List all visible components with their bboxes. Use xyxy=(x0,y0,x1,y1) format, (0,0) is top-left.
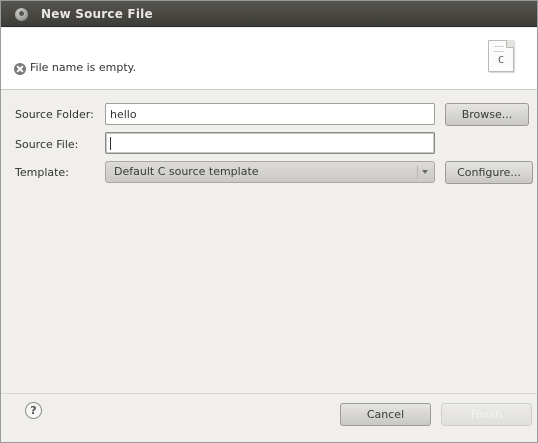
text-caret xyxy=(110,137,111,150)
file-icon-glyph: C xyxy=(497,55,505,66)
template-selected-value: Default C source template xyxy=(114,165,259,178)
footer-divider xyxy=(1,393,537,394)
source-folder-input[interactable] xyxy=(105,103,435,125)
window-menu-icon[interactable] xyxy=(15,8,28,21)
template-label: Template: xyxy=(15,166,69,179)
error-icon xyxy=(14,63,26,75)
configure-button[interactable]: Configure... xyxy=(445,161,533,184)
dialog-title: New Source File xyxy=(41,7,153,21)
source-folder-label: Source Folder: xyxy=(15,108,94,121)
cancel-button[interactable]: Cancel xyxy=(340,403,431,426)
browse-button[interactable]: Browse... xyxy=(445,103,529,126)
c-source-file-icon: C xyxy=(488,40,514,72)
source-file-input[interactable] xyxy=(105,132,435,154)
title-bar[interactable]: New Source File xyxy=(1,1,537,27)
status-message: File name is empty. xyxy=(30,61,137,74)
help-icon[interactable]: ? xyxy=(25,402,42,419)
template-select[interactable]: Default C source template xyxy=(105,161,435,183)
dropdown-arrow-icon[interactable] xyxy=(417,165,430,179)
new-source-file-dialog: New Source File File name is empty. C So… xyxy=(0,0,538,443)
source-file-label: Source File: xyxy=(15,138,79,151)
finish-button[interactable]: Finish xyxy=(441,403,532,426)
dialog-header: File name is empty. C xyxy=(1,28,537,90)
